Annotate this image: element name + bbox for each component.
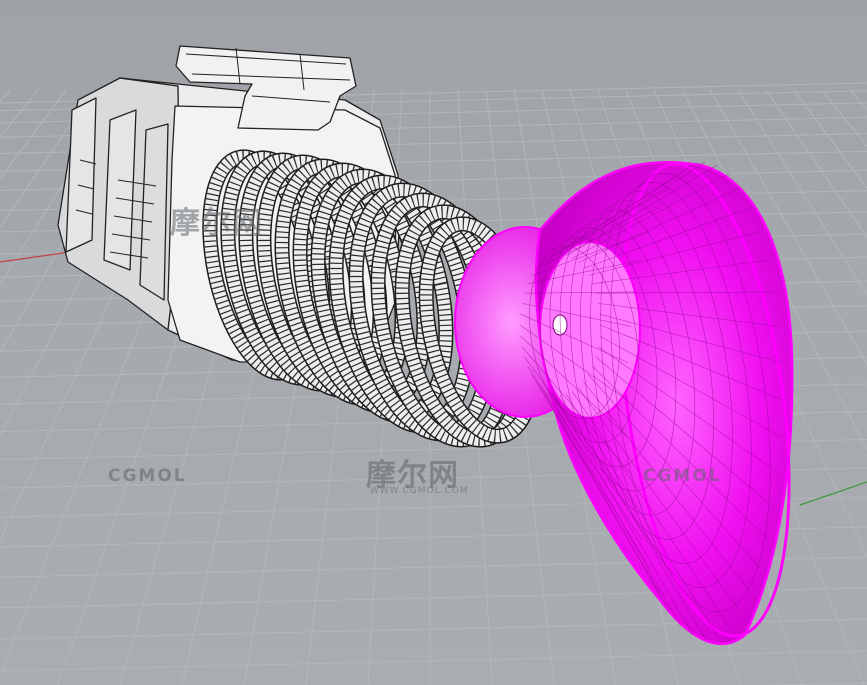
grid-line-v	[849, 89, 867, 111]
watermark-cgmol-right: CGMOL	[643, 466, 722, 486]
watermark-logo-mid-url: WWW.CGMOL.COM	[370, 486, 469, 496]
grid-line-v	[0, 89, 11, 103]
housing-rib-2	[103, 109, 137, 271]
grid-line-h	[0, 650, 867, 672]
grid-line-v	[793, 89, 867, 190]
watermark-cgmol-left: CGMOL	[108, 466, 187, 486]
seal-boot-selected[interactable]	[454, 153, 815, 646]
scene-canvas[interactable]	[0, 0, 867, 685]
rhino-perspective-viewport[interactable]: CGMOL CGMOL 摩尔网 摩尔网 WWW.CGMOL.COM	[0, 0, 867, 685]
y-axis-line	[799, 481, 867, 506]
watermark-logo-top: 摩尔网	[170, 206, 263, 241]
